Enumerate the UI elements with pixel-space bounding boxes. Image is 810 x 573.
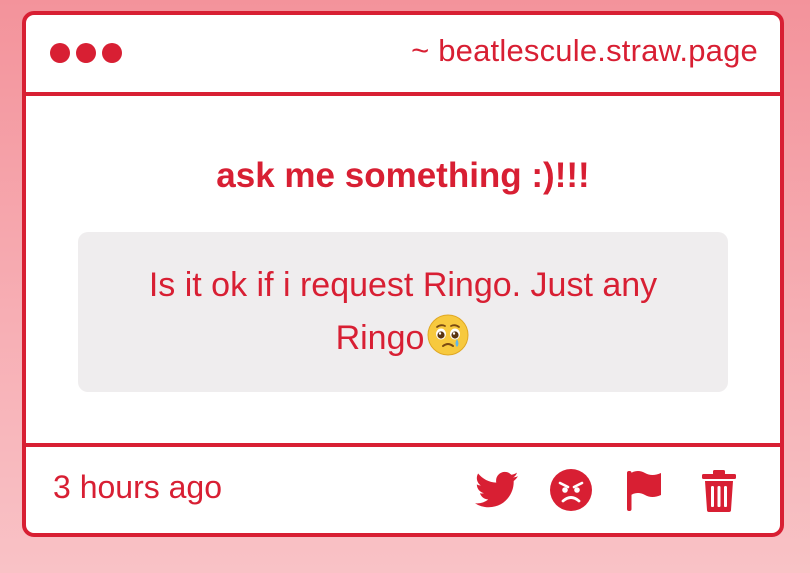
page-url[interactable]: ~ beatlescule.straw.page	[411, 33, 758, 69]
react-angry-button[interactable]	[548, 467, 594, 513]
prompt-title: ask me something :)!!!	[216, 156, 590, 195]
message-text: Is it ok if i request Ringo. Just any Ri…	[148, 266, 658, 357]
card-footer: 3 hours ago	[26, 443, 780, 533]
delete-button[interactable]	[696, 467, 742, 513]
question-card: ~ beatlescule.straw.page ask me somethin…	[22, 11, 784, 537]
flag-icon	[627, 471, 661, 511]
timestamp: 3 hours ago	[53, 469, 223, 505]
message-content: Is it ok if i request Ringo. Just any Ri…	[100, 259, 706, 365]
window-titlebar: ~ beatlescule.straw.page	[26, 15, 780, 96]
window-dot-2	[76, 43, 96, 63]
angry-face-icon	[550, 469, 592, 511]
card-body: ask me something :)!!! Is it ok if i req…	[26, 96, 780, 446]
window-dot-3	[102, 43, 122, 63]
action-bar	[474, 467, 742, 513]
window-controls	[50, 43, 122, 63]
message-box: Is it ok if i request Ringo. Just any Ri…	[78, 232, 728, 392]
trash-icon	[702, 470, 736, 512]
twitter-icon	[475, 471, 519, 508]
window-dot-1	[50, 43, 70, 63]
pleading-face-tear-icon	[427, 314, 469, 356]
report-button[interactable]	[622, 467, 668, 513]
share-twitter-button[interactable]	[474, 467, 520, 513]
